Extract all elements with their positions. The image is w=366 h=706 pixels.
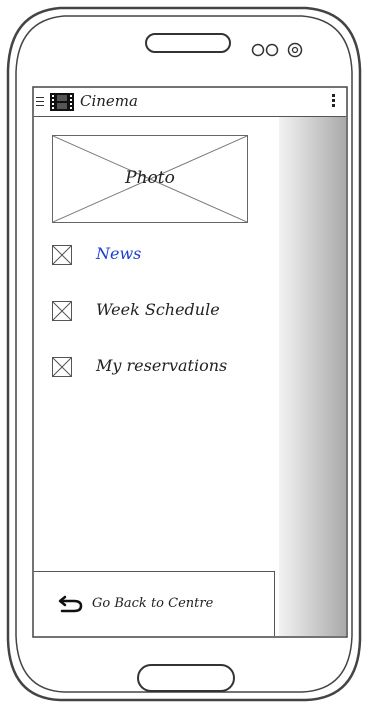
go-back-label: Go Back to Centre bbox=[92, 596, 214, 611]
drawer-item-label: News bbox=[96, 244, 142, 263]
checkbox-placeholder-icon bbox=[52, 357, 72, 377]
photo-label: Photo bbox=[125, 168, 175, 188]
drawer-item-my-reservations[interactable]: My reservations bbox=[52, 355, 262, 381]
app-title: Cinema bbox=[80, 92, 138, 110]
drawer-item-label: Week Schedule bbox=[96, 300, 220, 319]
checkbox-placeholder-icon bbox=[52, 245, 72, 265]
undo-arrow-icon bbox=[58, 595, 83, 613]
screen: Cinema Photo News Week Schedule My reser… bbox=[34, 88, 346, 636]
navigation-drawer: Photo News Week Schedule My reservations… bbox=[34, 117, 279, 636]
checkbox-placeholder-icon bbox=[52, 301, 72, 321]
drawer-item-week-schedule[interactable]: Week Schedule bbox=[52, 299, 262, 325]
drawer-item-news[interactable]: News bbox=[52, 243, 262, 269]
content-scrim[interactable] bbox=[279, 117, 346, 636]
go-back-button[interactable]: Go Back to Centre bbox=[34, 571, 275, 636]
overflow-menu-icon[interactable] bbox=[332, 94, 336, 110]
action-bar: Cinema bbox=[34, 88, 346, 117]
photo-placeholder: Photo bbox=[52, 135, 248, 223]
film-icon bbox=[50, 93, 74, 111]
hamburger-icon[interactable] bbox=[36, 97, 44, 107]
drawer-item-label: My reservations bbox=[96, 356, 228, 375]
